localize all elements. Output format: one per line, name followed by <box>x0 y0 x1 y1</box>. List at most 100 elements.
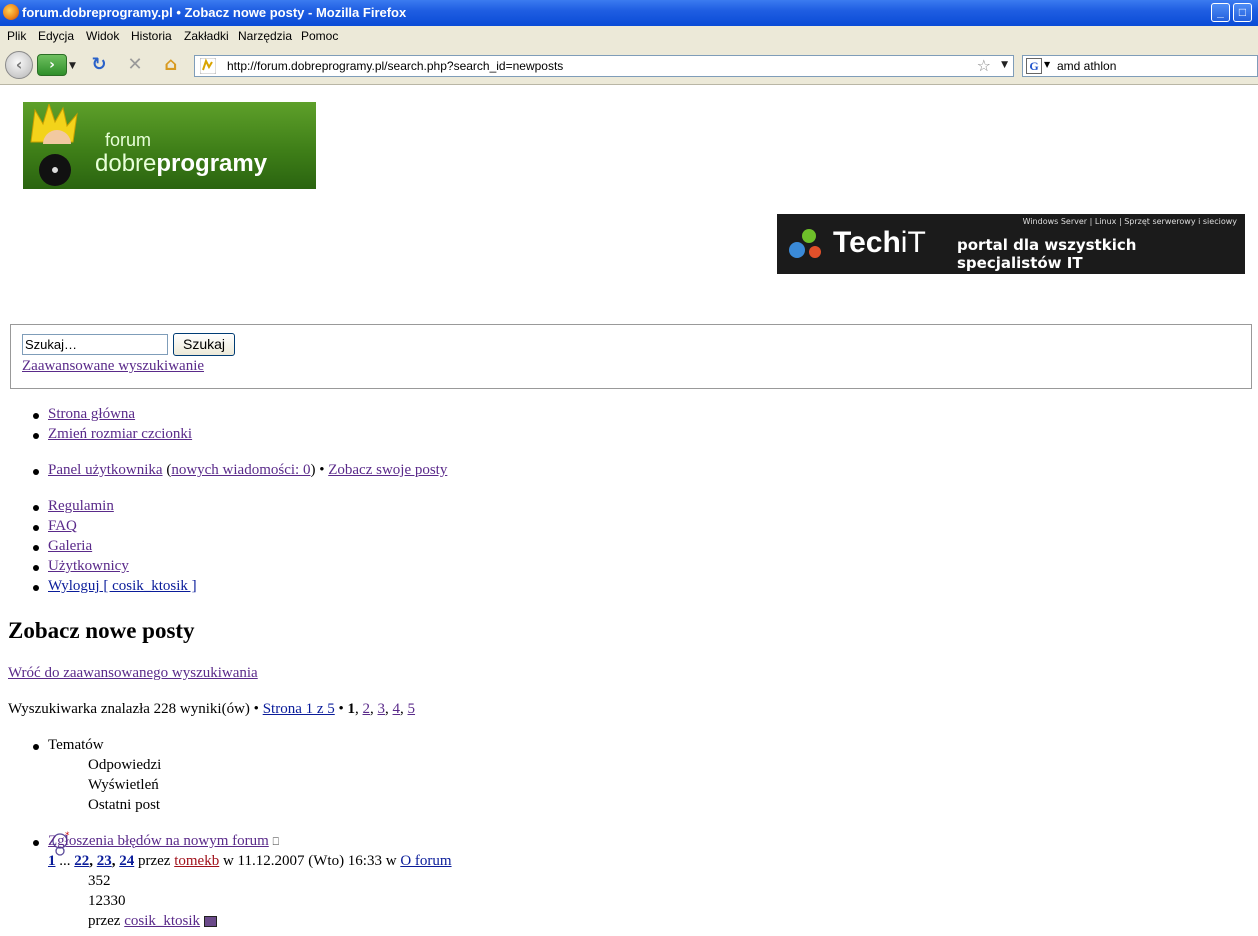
url-dropdown-icon[interactable]: ▼ <box>1001 60 1008 70</box>
google-engine-icon[interactable]: G <box>1026 58 1042 74</box>
nav-logout-link[interactable]: Wyloguj [ cosik_ktosik ] <box>48 578 197 595</box>
page-link[interactable]: 5 <box>408 701 416 717</box>
nav-rules-link[interactable]: Regulamin <box>48 498 114 515</box>
menu-edycja[interactable]: Edycja <box>38 29 74 43</box>
list-bullet <box>33 565 39 571</box>
own-posts-link[interactable]: Zobacz swoje posty <box>328 462 447 478</box>
minimize-button[interactable]: _ <box>1211 3 1230 22</box>
banner-brand: TechiT <box>833 226 926 260</box>
user-panel-row: Panel użytkownika (nowych wiadomości: 0)… <box>48 462 447 479</box>
search-bar[interactable]: G ▼ amd athlon <box>1022 55 1258 77</box>
header-last-post: Ostatni post <box>88 797 161 813</box>
techit-banner[interactable]: Windows Server | Linux | Sprzęt serwerow… <box>777 214 1245 274</box>
logo-forum-text: forum <box>105 130 152 150</box>
page-link[interactable]: 2 <box>363 701 371 717</box>
topic-page-link[interactable]: 23 <box>97 853 112 869</box>
topic-by: przez <box>134 853 175 869</box>
banner-brand-b: iT <box>900 226 926 259</box>
maximize-button[interactable]: □ <box>1233 3 1252 22</box>
window-title: forum.dobreprogramy.pl • Zobacz nowe pos… <box>22 5 407 20</box>
page-of-link[interactable]: Strona 1 z 5 <box>263 701 335 717</box>
topic-last-post: przez cosik_ktosik <box>88 913 218 930</box>
results-prefix: Wyszukiwarka znalazła 228 wyniki(ów) • <box>8 701 263 717</box>
last-post-by: przez <box>88 913 125 929</box>
topic-page-link[interactable]: 1 <box>48 853 56 869</box>
menu-bar: Plik Edycja Widok Historia Zakładki Narz… <box>0 26 1258 46</box>
back-to-advanced-link[interactable]: Wróć do zaawansowanego wyszukiwania <box>8 665 258 682</box>
list-bullet <box>33 469 39 475</box>
banner-brand-a: Tech <box>833 226 901 259</box>
messages-link[interactable]: nowych wiadomości: 0 <box>171 462 310 478</box>
nav-faq-link[interactable]: FAQ <box>48 518 77 535</box>
stop-icon[interactable]: ✕ <box>124 54 146 76</box>
techit-logo-icon <box>789 229 821 258</box>
list-bullet <box>33 433 39 439</box>
topic-page-link[interactable]: 24 <box>119 853 134 869</box>
nav-font-size-link[interactable]: Zmień rozmiar czcionki <box>48 426 192 443</box>
back-button[interactable]: ‹ <box>5 51 33 79</box>
nav-users-link[interactable]: Użytkownicy <box>48 558 129 575</box>
menu-zakladki[interactable]: Zakładki <box>184 29 229 43</box>
page-title: Zobacz nowe posty <box>8 618 195 643</box>
forward-button[interactable]: › <box>37 54 67 76</box>
current-page: 1 <box>347 701 356 717</box>
logo-brand-light: dobre <box>95 150 157 177</box>
topic-replies: 352 <box>88 873 111 889</box>
window-titlebar: forum.dobreprogramy.pl • Zobacz nowe pos… <box>0 0 1258 26</box>
list-bullet <box>33 840 39 846</box>
advanced-search-link[interactable]: Zaawansowane wyszukiwanie <box>22 358 204 375</box>
list-bullet <box>33 744 39 750</box>
home-icon[interactable]: ⌂ <box>160 54 182 76</box>
search-bar-query[interactable]: amd athlon <box>1057 59 1116 73</box>
forum-search-button[interactable]: Szukaj <box>173 333 235 356</box>
results-sep: • <box>334 701 348 717</box>
nav-home-link[interactable]: Strona główna <box>48 406 135 423</box>
page-link[interactable]: 3 <box>378 701 386 717</box>
nav-gallery-link[interactable]: Galeria <box>48 538 92 555</box>
user-panel-link[interactable]: Panel użytkownika <box>48 462 163 478</box>
topic-page-link[interactable]: 22 <box>74 853 89 869</box>
header-views: Wyświetleń <box>88 777 159 793</box>
menu-pomoc[interactable]: Pomoc <box>301 29 338 43</box>
list-bullet <box>33 585 39 591</box>
vinyl-icon <box>39 154 71 186</box>
engine-dropdown-icon[interactable]: ▼ <box>1044 60 1050 69</box>
list-bullet <box>33 413 39 419</box>
reload-icon[interactable]: ↻ <box>88 54 110 76</box>
menu-narzedzia[interactable]: Narzędzia <box>238 29 292 43</box>
bookmark-star-icon[interactable]: ☆ <box>977 56 991 75</box>
site-favicon-icon <box>200 58 216 74</box>
header-replies: Odpowiedzi <box>88 757 162 773</box>
logo-brand-text: dobreprogramy <box>95 150 267 178</box>
attachment-icon: ⎕ <box>272 835 280 848</box>
forum-search-input[interactable] <box>22 334 168 355</box>
logo-brand-bold: programy <box>156 150 268 177</box>
mascot-icon <box>30 104 78 144</box>
header-topics: Tematów <box>48 737 104 753</box>
forum-logo[interactable]: forum dobreprogramy <box>23 102 316 189</box>
topic-views: 12330 <box>88 893 126 909</box>
banner-top-text: Windows Server | Linux | Sprzęt serwerow… <box>1022 217 1237 226</box>
topic-title-link[interactable]: Zgłoszenia błędów na nowym forum <box>48 833 269 849</box>
address-bar[interactable]: http://forum.dobreprogramy.pl/search.php… <box>194 55 1014 77</box>
topic-date: w 11.12.2007 (Wto) 16:33 w <box>219 853 401 869</box>
topic-title-row: Zgłoszenia błędów na nowym forum ⎕ <box>48 833 279 850</box>
results-summary: Wyszukiwarka znalazła 228 wyniki(ów) • S… <box>8 701 416 717</box>
forum-search-box: Szukaj Zaawansowane wyszukiwanie <box>10 324 1252 389</box>
topic-forum-link[interactable]: O forum <box>400 853 451 869</box>
page-link[interactable]: 4 <box>393 701 401 717</box>
page-content: forum dobreprogramy Windows Server | Lin… <box>0 85 1258 936</box>
last-post-author-link[interactable]: cosik_ktosik <box>124 913 200 929</box>
banner-tagline: portal dla wszystkich specjalistów IT <box>957 236 1137 272</box>
history-dropdown-icon[interactable]: ▼ <box>69 61 76 71</box>
address-url[interactable]: http://forum.dobreprogramy.pl/search.php… <box>227 59 563 73</box>
menu-widok[interactable]: Widok <box>86 29 119 43</box>
list-bullet <box>33 545 39 551</box>
firefox-icon <box>3 4 19 20</box>
last-post-icon[interactable] <box>204 916 218 928</box>
menu-plik[interactable]: Plik <box>7 29 26 43</box>
topic-author-link[interactable]: tomekb <box>174 853 219 869</box>
paren-open: ( <box>162 462 172 478</box>
navigation-toolbar: ‹ › ▼ ↻ ✕ ⌂ http://forum.dobreprogramy.p… <box>0 46 1258 85</box>
menu-historia[interactable]: Historia <box>131 29 172 43</box>
